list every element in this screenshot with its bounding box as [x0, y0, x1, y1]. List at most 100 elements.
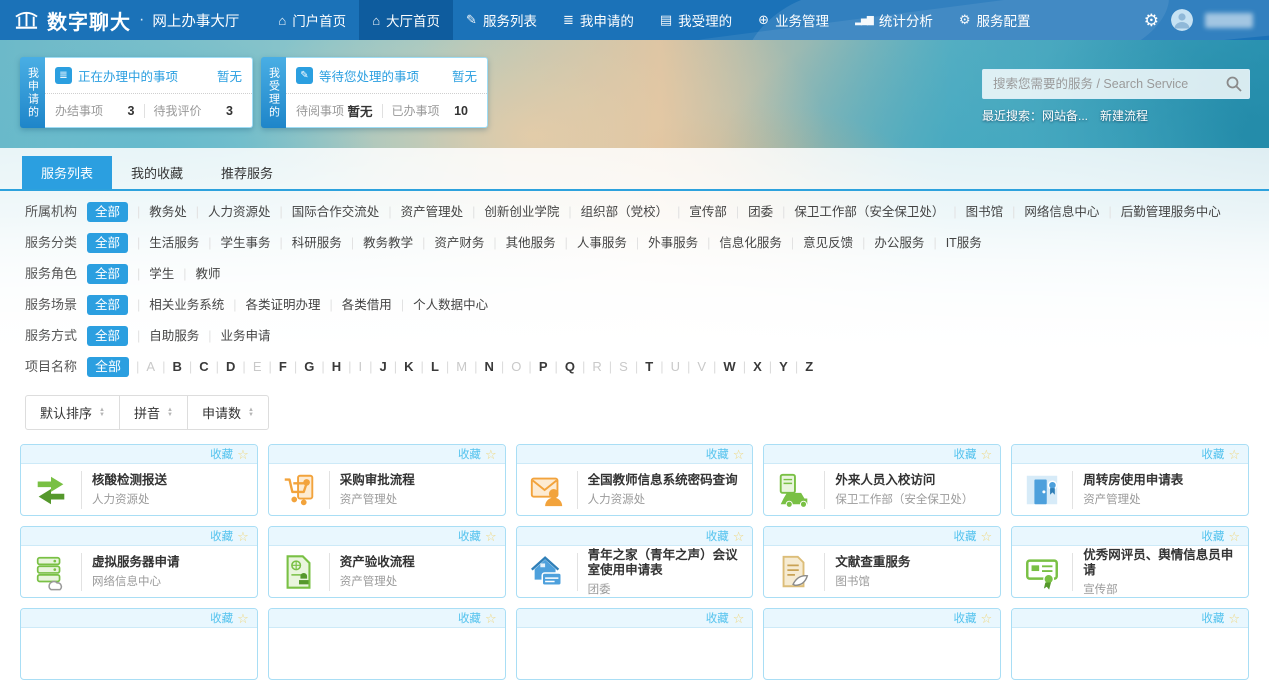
- filter-option-5-3[interactable]: C: [182, 358, 209, 376]
- service-card-partial[interactable]: 收藏☆: [20, 608, 258, 680]
- recent-link-2[interactable]: 新建流程: [1100, 109, 1148, 123]
- favorite-strip[interactable]: 收藏☆: [21, 609, 257, 628]
- filter-option-5-15[interactable]: O: [494, 358, 522, 376]
- stat-handled[interactable]: 已办事项 10: [392, 102, 478, 119]
- favorite-strip[interactable]: 收藏☆: [1012, 445, 1248, 464]
- filter-option-0-5[interactable]: 创新创业学院: [463, 203, 559, 221]
- favorite-strip[interactable]: 收藏☆: [764, 527, 1000, 546]
- favorite-strip[interactable]: 收藏☆: [517, 609, 753, 628]
- favorite-strip[interactable]: 收藏☆: [269, 527, 505, 546]
- filter-option-5-9[interactable]: I: [341, 358, 362, 376]
- pending-none-link[interactable]: 暂无: [452, 66, 477, 85]
- filter-option-5-16[interactable]: P: [521, 358, 547, 376]
- sort-apply-count-button[interactable]: 申请数▲▼: [188, 396, 268, 429]
- filter-option-1-8[interactable]: 外事服务: [627, 234, 698, 252]
- nav-item-service-list[interactable]: ✎服务列表: [453, 0, 550, 40]
- filter-option-1-7[interactable]: 人事服务: [556, 234, 627, 252]
- filter-option-0-6[interactable]: 组织部（党校）: [559, 203, 668, 221]
- filter-option-0-8[interactable]: 团委: [727, 203, 773, 221]
- filter-option-4-2[interactable]: 业务申请: [199, 327, 270, 345]
- filter-option-0-0[interactable]: 全部: [87, 202, 128, 222]
- favorite-strip[interactable]: 收藏☆: [517, 527, 753, 546]
- filter-option-5-10[interactable]: J: [362, 358, 387, 376]
- filter-option-5-0[interactable]: 全部: [87, 357, 129, 377]
- filter-option-3-0[interactable]: 全部: [87, 295, 128, 315]
- filter-option-5-13[interactable]: M: [439, 358, 467, 376]
- settings-gear-icon[interactable]: ⚙: [1144, 12, 1159, 29]
- nav-item-business-mgmt[interactable]: ⊕业务管理: [745, 0, 842, 40]
- filter-option-1-5[interactable]: 资产财务: [413, 234, 484, 252]
- filter-option-5-12[interactable]: L: [414, 358, 439, 376]
- filter-option-5-21[interactable]: U: [653, 358, 680, 376]
- nav-item-service-config[interactable]: ⚙服务配置: [946, 0, 1044, 40]
- recent-link-1[interactable]: 网站备...: [1042, 109, 1088, 123]
- filter-option-5-14[interactable]: N: [467, 358, 494, 376]
- filter-option-1-2[interactable]: 学生事务: [199, 234, 270, 252]
- nav-item-hall-home[interactable]: ⌂大厅首页: [359, 0, 453, 40]
- filter-option-5-6[interactable]: F: [261, 358, 286, 376]
- filter-option-1-4[interactable]: 教务教学: [342, 234, 413, 252]
- sort-default-button[interactable]: 默认排序▲▼: [26, 396, 120, 429]
- nav-item-my-applications[interactable]: ≣我申请的: [550, 0, 647, 40]
- nav-item-statistics[interactable]: ▂▅▇统计分析: [842, 0, 946, 40]
- user-name-redacted[interactable]: [1205, 13, 1253, 28]
- stat-completed[interactable]: 办结事项 3: [55, 102, 144, 119]
- filter-option-1-12[interactable]: IT服务: [924, 234, 981, 252]
- filter-option-0-2[interactable]: 人力资源处: [187, 203, 271, 221]
- filter-option-1-10[interactable]: 意见反馈: [782, 234, 853, 252]
- filter-option-3-3[interactable]: 各类借用: [321, 296, 392, 314]
- service-card[interactable]: 收藏☆核酸检测报送人力资源处: [20, 444, 258, 516]
- filter-option-4-0[interactable]: 全部: [87, 326, 128, 346]
- filter-option-0-7[interactable]: 宣传部: [668, 203, 727, 221]
- favorite-strip[interactable]: 收藏☆: [764, 445, 1000, 464]
- favorite-strip[interactable]: 收藏☆: [1012, 527, 1248, 546]
- filter-option-0-1[interactable]: 教务处: [128, 203, 187, 221]
- my-applications-tab[interactable]: 我申请的: [20, 57, 45, 128]
- service-card[interactable]: 收藏☆外来人员入校访问保卫工作部（安全保卫处）: [763, 444, 1001, 516]
- filter-option-1-9[interactable]: 信息化服务: [698, 234, 782, 252]
- filter-option-5-1[interactable]: A: [129, 358, 155, 376]
- favorite-strip[interactable]: 收藏☆: [1012, 609, 1248, 628]
- filter-option-1-6[interactable]: 其他服务: [484, 234, 555, 252]
- filter-option-1-1[interactable]: 生活服务: [128, 234, 199, 252]
- service-card-partial[interactable]: 收藏☆: [516, 608, 754, 680]
- filter-option-5-8[interactable]: H: [314, 358, 341, 376]
- service-card[interactable]: 收藏☆优秀网评员、舆情信息员申请宣传部: [1011, 526, 1249, 598]
- filter-option-5-26[interactable]: Z: [788, 358, 813, 376]
- stat-to-review[interactable]: 待我评价 3: [154, 102, 243, 119]
- service-card-partial[interactable]: 收藏☆: [763, 608, 1001, 680]
- tab-recommended[interactable]: 推荐服务: [202, 156, 292, 189]
- service-card[interactable]: 收藏☆采购审批流程资产管理处: [268, 444, 506, 516]
- service-card-partial[interactable]: 收藏☆: [1011, 608, 1249, 680]
- favorite-strip[interactable]: 收藏☆: [269, 445, 505, 464]
- service-card[interactable]: 收藏☆周转房使用申请表资产管理处: [1011, 444, 1249, 516]
- filter-option-5-22[interactable]: V: [680, 358, 706, 376]
- filter-option-0-3[interactable]: 国际合作交流处: [271, 203, 380, 221]
- filter-option-3-4[interactable]: 个人数据中心: [392, 296, 488, 314]
- search-input[interactable]: [982, 69, 1250, 99]
- filter-option-5-4[interactable]: D: [209, 358, 236, 376]
- filter-option-2-0[interactable]: 全部: [87, 264, 128, 284]
- filter-option-5-7[interactable]: G: [287, 358, 315, 376]
- nav-item-portal-home[interactable]: ⌂门户首页: [265, 0, 359, 40]
- service-card[interactable]: 收藏☆虚拟服务器申请网络信息中心: [20, 526, 258, 598]
- filter-option-3-1[interactable]: 相关业务系统: [128, 296, 224, 314]
- user-avatar[interactable]: [1171, 9, 1193, 31]
- brand[interactable]: 数字聊大 · 网上办事大厅: [0, 6, 251, 35]
- favorite-strip[interactable]: 收藏☆: [21, 445, 257, 464]
- service-card[interactable]: 收藏☆文献查重服务图书馆: [763, 526, 1001, 598]
- filter-option-5-11[interactable]: K: [387, 358, 414, 376]
- filter-option-5-24[interactable]: X: [736, 358, 762, 376]
- filter-option-3-2[interactable]: 各类证明办理: [224, 296, 320, 314]
- favorite-strip[interactable]: 收藏☆: [269, 609, 505, 628]
- filter-option-1-3[interactable]: 科研服务: [271, 234, 342, 252]
- service-card[interactable]: 收藏☆青年之家（青年之声）会议室使用申请表团委: [516, 526, 754, 598]
- filter-option-4-1[interactable]: 自助服务: [128, 327, 199, 345]
- filter-option-0-9[interactable]: 保卫工作部（安全保卫处）: [773, 203, 944, 221]
- favorite-strip[interactable]: 收藏☆: [764, 609, 1000, 628]
- filter-option-5-18[interactable]: R: [575, 358, 602, 376]
- filter-option-5-5[interactable]: E: [235, 358, 261, 376]
- filter-option-0-11[interactable]: 网络信息中心: [1003, 203, 1099, 221]
- search-icon[interactable]: [1225, 75, 1243, 98]
- filter-option-0-10[interactable]: 图书馆: [944, 203, 1003, 221]
